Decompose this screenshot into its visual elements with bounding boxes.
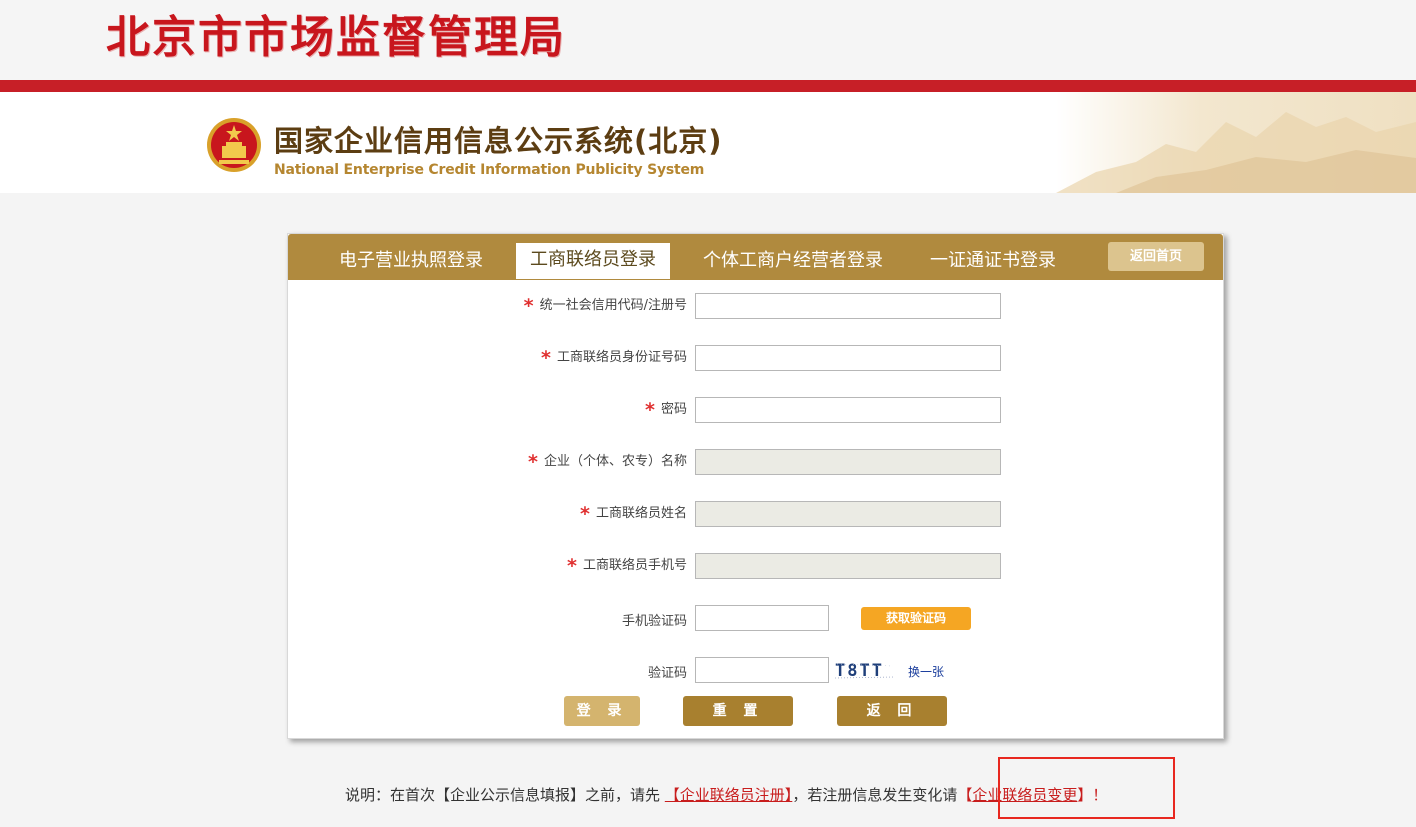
company-name-input <box>695 449 1001 475</box>
required-mark: * <box>541 346 551 369</box>
liaison-id-label: * 工商联络员身份证号码 <box>541 346 687 369</box>
required-mark: * <box>645 398 655 421</box>
tab-individual-business-login[interactable]: 个体工商户经营者登录 <box>703 244 883 280</box>
liaison-phone-input <box>695 553 1001 579</box>
login-button[interactable]: 登 录 <box>564 696 640 726</box>
return-home-button[interactable]: 返回首页 <box>1108 242 1204 271</box>
captcha-input[interactable] <box>695 657 829 683</box>
required-mark: * <box>567 554 577 577</box>
liaison-register-link[interactable]: 【企业联络员注册】 <box>665 786 793 804</box>
captcha-text: T8TT <box>835 661 884 681</box>
instruction-note: 说明：在首次【企业公示信息填报】之前，请先 【企业联络员注册】，若注册信息发生变… <box>345 785 1107 805</box>
system-header: 国家企业信用信息公示系统(北京) National Enterprise Cre… <box>0 92 1416 193</box>
login-tabbar: 电子营业执照登录 工商联络员登录 个体工商户经营者登录 一证通证书登录 返回首页 <box>288 234 1223 280</box>
note-middle: ，若注册信息发生变化请 <box>792 786 958 804</box>
reset-button[interactable]: 重 置 <box>683 696 793 726</box>
top-banner: 北京市市场监督管理局 <box>0 0 1416 80</box>
company-name-label: * 企业（个体、农专）名称 <box>528 450 687 473</box>
captcha-image[interactable]: T8TT <box>833 658 897 682</box>
landscape-decoration <box>1056 92 1416 193</box>
liaison-name-input <box>695 501 1001 527</box>
liaison-id-input[interactable] <box>695 345 1001 371</box>
password-label: * 密码 <box>645 398 687 421</box>
red-divider <box>0 80 1416 92</box>
highlight-box <box>998 757 1175 819</box>
login-panel: 电子营业执照登录 工商联络员登录 个体工商户经营者登录 一证通证书登录 返回首页… <box>287 233 1224 739</box>
required-mark: * <box>580 502 590 525</box>
link-bracket-open: 【 <box>957 786 973 804</box>
credit-code-label: * 统一社会信用代码/注册号 <box>523 294 687 317</box>
liaison-phone-label: * 工商联络员手机号 <box>567 554 687 577</box>
required-mark: * <box>523 294 534 317</box>
credit-code-input[interactable] <box>695 293 1001 319</box>
sms-code-input[interactable] <box>695 605 829 631</box>
tab-liaison-login[interactable]: 工商联络员登录 <box>516 243 670 279</box>
system-title: 国家企业信用信息公示系统(北京) <box>274 124 723 158</box>
liaison-name-label: * 工商联络员姓名 <box>580 502 687 525</box>
required-mark: * <box>528 450 538 473</box>
sms-code-label: 手机验证码 <box>621 614 687 629</box>
bureau-title: 北京市市场监督管理局 <box>106 12 566 63</box>
captcha-label: 验证码 <box>647 666 687 681</box>
get-sms-code-button[interactable]: 获取验证码 <box>861 607 971 630</box>
captcha-refresh-link[interactable]: 换一张 <box>908 663 944 680</box>
password-input[interactable] <box>695 397 1001 423</box>
tab-certificate-login[interactable]: 一证通证书登录 <box>930 244 1056 280</box>
system-subtitle: National Enterprise Credit Information P… <box>274 162 705 178</box>
back-button[interactable]: 返 回 <box>837 696 947 726</box>
tab-e-license-login[interactable]: 电子营业执照登录 <box>339 244 483 280</box>
national-emblem-icon <box>207 118 261 172</box>
note-prefix: 说明：在首次【企业公示信息填报】之前，请先 <box>345 786 661 804</box>
